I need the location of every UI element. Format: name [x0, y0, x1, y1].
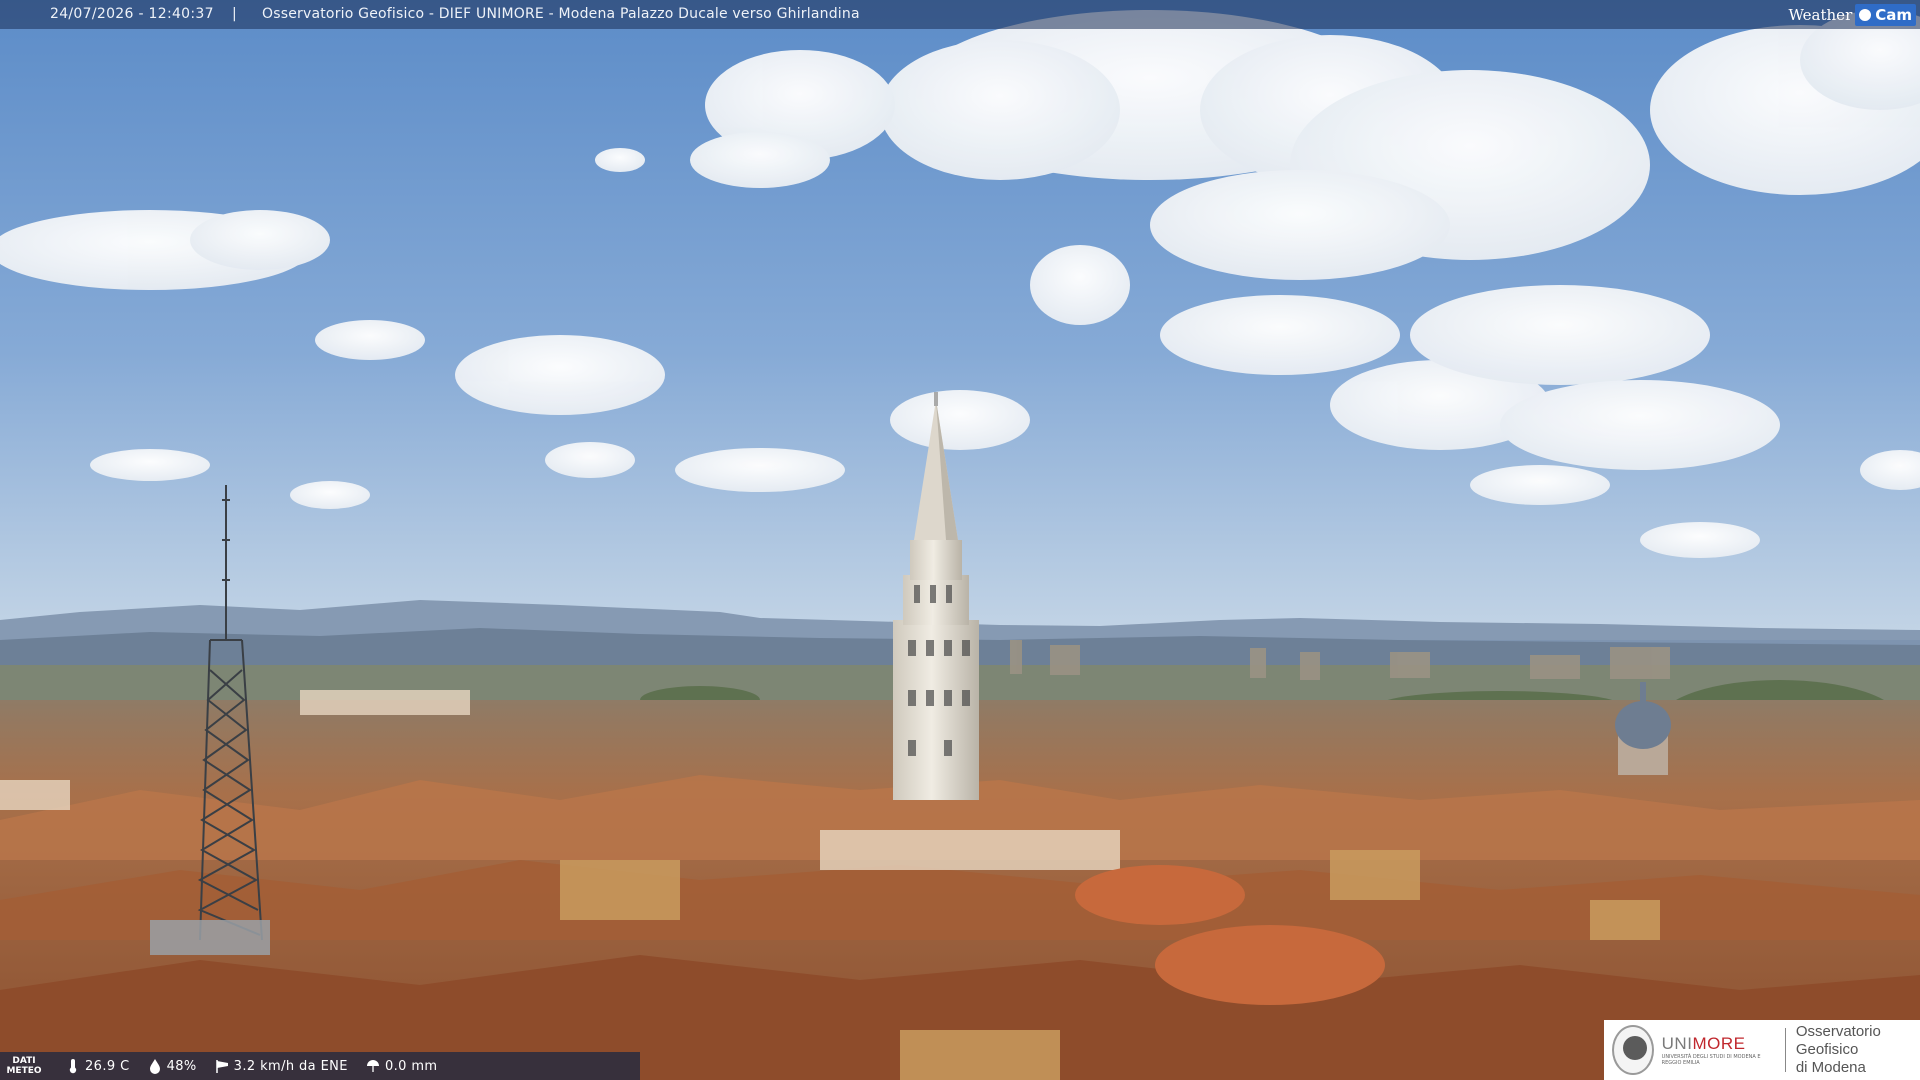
webcam-image: [0, 0, 1920, 1080]
weather-label: DATI METEO: [0, 1056, 48, 1076]
observatory-name: Osservatorio Geofisico di Modena: [1796, 1023, 1920, 1077]
droplet-icon: [149, 1059, 160, 1074]
camera-lens-icon: [1857, 6, 1874, 23]
header-bar: 24/07/2026 - 12:40:37 | Osservatorio Geo…: [0, 0, 1920, 29]
wind-reading: 3.2 km/h da ENE: [215, 1058, 348, 1074]
temperature-reading: 26.9 C: [66, 1058, 130, 1074]
humidity-reading: 48%: [148, 1058, 197, 1074]
brand-badge-label: Cam: [1875, 5, 1912, 24]
weather-label-line2: METEO: [6, 1066, 42, 1076]
windsock-icon: [215, 1060, 228, 1073]
rain-reading: 0.0 mm: [366, 1058, 438, 1074]
thermometer-icon: [69, 1059, 77, 1074]
logo-divider: [1785, 1028, 1786, 1072]
wind-value: 3.2 km/h da ENE: [233, 1058, 348, 1074]
unimore-subtitle: UNIVERSITÀ DEGLI STUDI DI MODENA E REGGI…: [1661, 1054, 1761, 1066]
camera-title: Osservatorio Geofisico - DIEF UNIMORE - …: [262, 6, 860, 22]
timestamp: 24/07/2026 - 12:40:37: [50, 6, 214, 22]
brand-badge: Cam: [1855, 3, 1916, 26]
observatory-line1: Osservatorio Geofisico: [1795, 1023, 1881, 1058]
temperature-value: 26.9 C: [85, 1058, 130, 1074]
weather-label-line1: DATI: [12, 1056, 36, 1066]
weather-data-bar: DATI METEO 26.9 C 48% 3.2 km/h da ENE 0.…: [0, 1052, 640, 1080]
header-separator: |: [232, 6, 237, 22]
weathercam-logo: Weather Cam: [1788, 0, 1920, 29]
humidity-value: 48%: [166, 1058, 197, 1074]
rain-icon: [366, 1060, 379, 1072]
unimore-word-part1: UNI: [1661, 1034, 1693, 1053]
brand-word: Weather: [1788, 5, 1853, 24]
university-seal-icon: [1612, 1025, 1654, 1075]
unimore-word-part2: MORE: [1692, 1034, 1746, 1053]
unimore-wordmark: UNIMORE UNIVERSITÀ DEGLI STUDI DI MODENA…: [1662, 1034, 1775, 1066]
observatory-line2: di Modena: [1795, 1059, 1866, 1076]
rain-value: 0.0 mm: [384, 1058, 438, 1074]
unimore-observatory-logo: UNIMORE UNIVERSITÀ DEGLI STUDI DI MODENA…: [1604, 1020, 1920, 1080]
